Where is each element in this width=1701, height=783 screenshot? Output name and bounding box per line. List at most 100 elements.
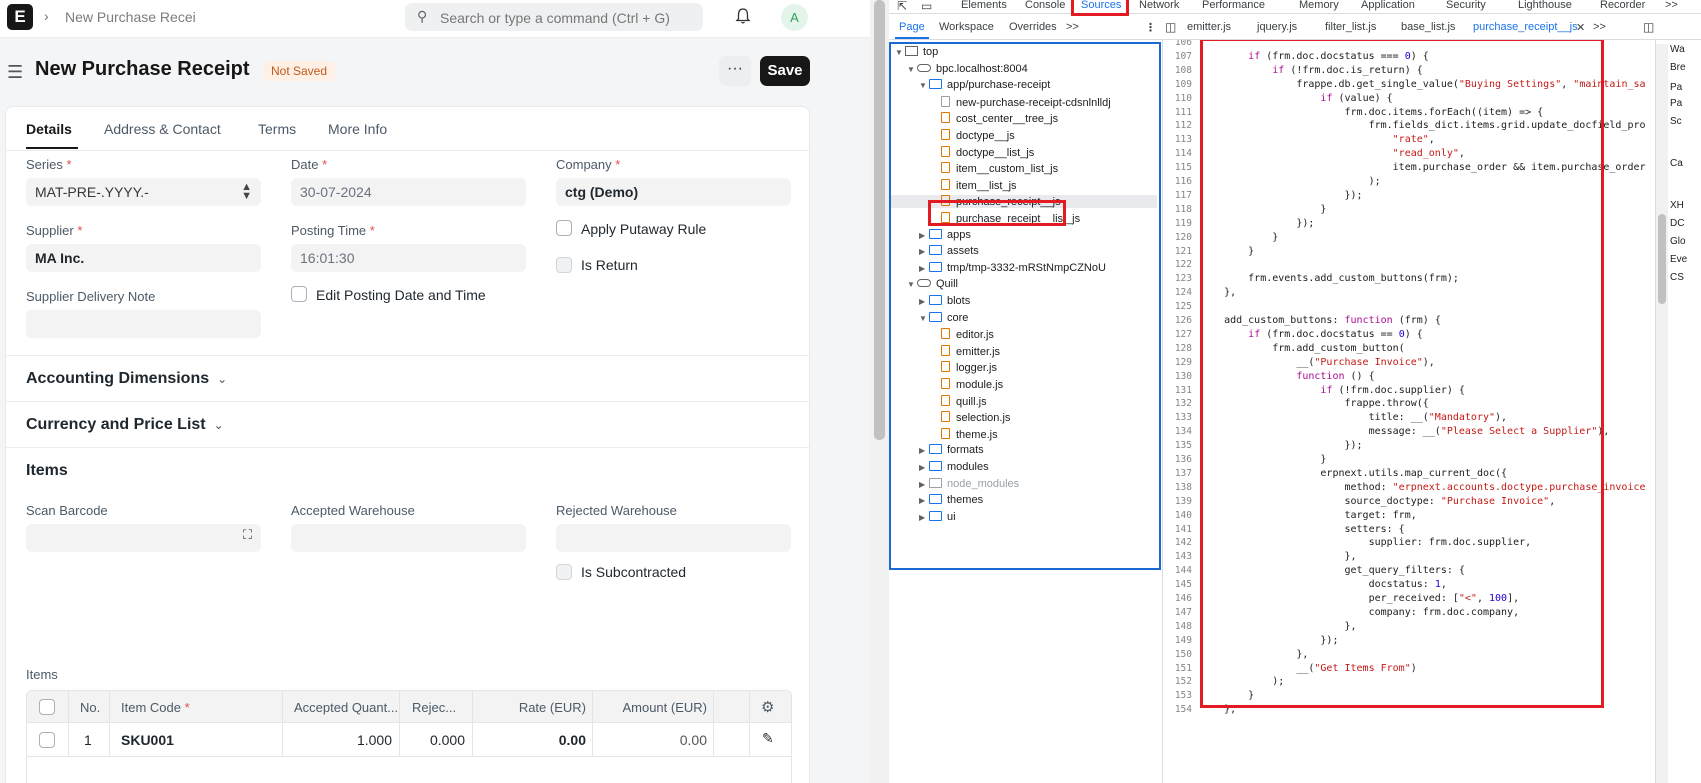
tree-item[interactable]: ▶ apps bbox=[919, 228, 971, 241]
edit-posting-checkbox[interactable] bbox=[291, 286, 307, 302]
row-rate[interactable]: 0.00 bbox=[497, 732, 586, 748]
tree-item[interactable]: cost_center__tree_js bbox=[931, 112, 1058, 125]
line-number[interactable]: 154 bbox=[1175, 704, 1192, 715]
line-number[interactable]: 129 bbox=[1175, 357, 1192, 368]
code-editor[interactable]: 106 107 108 109 110 111 112 113 114 115 116 117 118 1… bbox=[1164, 40, 1654, 783]
posting-time-field[interactable]: 16:01:30 bbox=[291, 244, 526, 272]
tree-item[interactable]: selection.js bbox=[931, 411, 1010, 424]
date-field[interactable]: 30-07-2024 bbox=[291, 178, 526, 206]
expand-toggle-icon[interactable]: ▶ bbox=[919, 446, 929, 455]
tree-item[interactable]: emitter.js bbox=[931, 344, 1000, 358]
tree-item[interactable]: ▶ themes bbox=[919, 494, 983, 506]
tree-item[interactable]: ▼ app/purchase-receipt bbox=[919, 79, 1050, 91]
line-number[interactable]: 141 bbox=[1175, 524, 1192, 535]
tab-performance[interactable]: Performance bbox=[1202, 0, 1265, 11]
file-tab-filter-list[interactable]: filter_list.js bbox=[1325, 21, 1376, 33]
debugger-section-label[interactable]: Ca bbox=[1670, 158, 1683, 169]
line-number[interactable]: 123 bbox=[1175, 273, 1192, 284]
file-tab-emitter[interactable]: emitter.js bbox=[1187, 21, 1231, 33]
tree-item[interactable]: editor.js bbox=[931, 328, 994, 341]
line-number[interactable]: 144 bbox=[1175, 565, 1192, 576]
line-number[interactable]: 112 bbox=[1175, 120, 1192, 131]
file-tab-purchase-receipt[interactable]: purchase_receipt__js bbox=[1473, 21, 1578, 33]
tree-item[interactable]: new-purchase-receipt-cdsnlnlldj bbox=[931, 95, 1111, 109]
debugger-section-label[interactable]: CS bbox=[1670, 272, 1684, 283]
tree-item[interactable]: quill.js bbox=[931, 394, 987, 408]
line-number[interactable]: 148 bbox=[1175, 621, 1192, 632]
line-number[interactable]: 142 bbox=[1175, 537, 1192, 548]
debugger-section-label[interactable]: Pa bbox=[1670, 82, 1682, 93]
line-number[interactable]: 120 bbox=[1175, 232, 1192, 243]
line-number[interactable]: 151 bbox=[1175, 663, 1192, 674]
subtab-page[interactable]: Page bbox=[899, 21, 925, 33]
accepted-warehouse-field[interactable] bbox=[291, 524, 526, 552]
inspect-icon[interactable]: ⇱ bbox=[897, 0, 907, 13]
tree-item[interactable]: ▶ node_modules bbox=[919, 477, 1019, 490]
tree-item[interactable]: ▶ formats bbox=[919, 444, 984, 456]
line-number[interactable]: 146 bbox=[1175, 593, 1192, 604]
line-number[interactable]: 153 bbox=[1175, 690, 1192, 701]
subtab-overrides[interactable]: Overrides bbox=[1009, 21, 1057, 33]
expand-toggle-icon[interactable]: ▶ bbox=[919, 463, 929, 472]
tab-application[interactable]: Application bbox=[1361, 0, 1415, 11]
line-number[interactable]: 134 bbox=[1175, 426, 1192, 437]
tree-item[interactable]: ▶ tmp/tmp-3332-mRStNmpCZNoU bbox=[919, 261, 1106, 274]
debugger-section-label[interactable]: Eve bbox=[1670, 254, 1687, 265]
expand-toggle-icon[interactable]: ▶ bbox=[919, 297, 929, 306]
scrollbar-thumb[interactable] bbox=[874, 0, 885, 440]
line-number[interactable]: 127 bbox=[1175, 329, 1192, 340]
close-tab-icon[interactable]: ✕ bbox=[1576, 21, 1585, 34]
expand-toggle-icon[interactable]: ▼ bbox=[919, 81, 929, 90]
tree-item[interactable]: ▼ Quill bbox=[907, 278, 958, 290]
tree-item[interactable]: logger.js bbox=[931, 361, 997, 374]
row-item-code[interactable]: SKU001 bbox=[121, 732, 174, 748]
line-number[interactable]: 140 bbox=[1175, 510, 1192, 521]
debugger-section-label[interactable]: Wa bbox=[1670, 44, 1685, 55]
line-number[interactable]: 131 bbox=[1175, 385, 1192, 396]
line-number[interactable]: 113 bbox=[1175, 134, 1192, 145]
more-file-tabs-icon[interactable]: >> bbox=[1593, 21, 1606, 33]
line-number[interactable]: 130 bbox=[1175, 371, 1192, 382]
series-select[interactable]: MAT-PRE-.YYYY.- ▲ ▼ bbox=[26, 178, 261, 206]
tree-item[interactable]: item__list_js bbox=[931, 178, 1017, 192]
expand-toggle-icon[interactable]: ▶ bbox=[919, 264, 929, 273]
line-number[interactable]: 111 bbox=[1175, 107, 1192, 118]
line-number[interactable]: 128 bbox=[1175, 343, 1192, 354]
is-subcontracted-checkbox[interactable] bbox=[556, 564, 572, 580]
file-tab-jquery[interactable]: jquery.js bbox=[1257, 21, 1297, 33]
debugger-section-label[interactable]: Bre bbox=[1670, 62, 1686, 73]
tree-item[interactable]: doctype__list_js bbox=[931, 145, 1034, 159]
sidebar-toggle-icon[interactable]: ☰ bbox=[7, 62, 23, 83]
expand-toggle-icon[interactable]: ▼ bbox=[895, 48, 905, 57]
more-tabs-icon[interactable]: >> bbox=[1665, 0, 1678, 11]
line-number[interactable]: 121 bbox=[1175, 246, 1192, 257]
line-number[interactable]: 133 bbox=[1175, 412, 1192, 423]
line-number[interactable]: 149 bbox=[1175, 635, 1192, 646]
expand-toggle-icon[interactable]: ▼ bbox=[919, 314, 929, 323]
line-number[interactable]: 108 bbox=[1175, 65, 1192, 76]
tab-more-info[interactable]: More Info bbox=[328, 121, 387, 137]
expand-toggle-icon[interactable]: ▶ bbox=[919, 496, 929, 505]
toggle-navigator-icon[interactable]: ◫ bbox=[1165, 20, 1176, 34]
tab-lighthouse[interactable]: Lighthouse bbox=[1518, 0, 1572, 11]
tab-terms[interactable]: Terms bbox=[258, 121, 296, 137]
debugger-section-label[interactable]: Glo bbox=[1670, 236, 1686, 247]
line-number[interactable]: 106 bbox=[1175, 40, 1192, 48]
tab-console[interactable]: Console bbox=[1025, 0, 1065, 11]
line-number[interactable]: 116 bbox=[1175, 176, 1192, 187]
table-row[interactable]: 1 SKU001 1.000 0.000 0.00 0.00 ✎ bbox=[27, 723, 791, 757]
tree-item[interactable]: ▼ bpc.localhost:8004 bbox=[907, 63, 1028, 75]
tab-security[interactable]: Security bbox=[1446, 0, 1486, 11]
company-field[interactable]: ctg (Demo) bbox=[556, 178, 791, 206]
line-number[interactable]: 147 bbox=[1175, 607, 1192, 618]
expand-toggle-icon[interactable]: ▶ bbox=[919, 231, 929, 240]
line-number[interactable]: 119 bbox=[1175, 218, 1192, 229]
tab-address-contact[interactable]: Address & Contact bbox=[104, 121, 221, 137]
debugger-section-label[interactable]: XH bbox=[1670, 200, 1684, 211]
tree-item[interactable]: ▼ top bbox=[895, 46, 938, 58]
line-number[interactable]: 126 bbox=[1175, 315, 1192, 326]
line-number[interactable]: 139 bbox=[1175, 496, 1192, 507]
line-number[interactable]: 150 bbox=[1175, 649, 1192, 660]
line-number[interactable]: 136 bbox=[1175, 454, 1192, 465]
tab-elements[interactable]: Elements bbox=[961, 0, 1007, 11]
